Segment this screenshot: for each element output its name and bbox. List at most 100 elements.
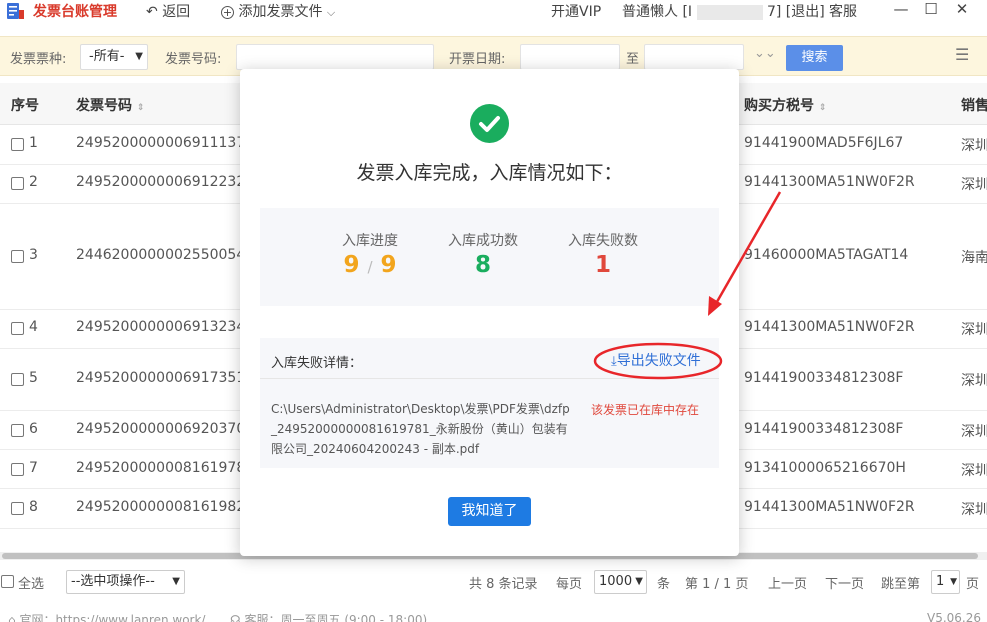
buyer-tax-id-cell: 91441300MA51NW0F2R [744,174,915,190]
seller-cell: 深圳 [961,322,987,338]
chevron-down-icon: ▼ [950,577,957,587]
invoice-number-cell: 24952000000081619820 [76,499,255,515]
row-index: 5 [29,370,38,386]
per-page-value: 1000 [599,574,633,589]
logout-link[interactable]: 7] [退出] [767,4,825,20]
fail-details: 入库失败详情： ⤓导出失败文件 C:\Users\Administrator\D… [260,338,719,468]
row-checkbox[interactable] [11,424,24,437]
invoice-number-cell: 24952000000069203700 [76,421,255,437]
total-records: 共 8 条记录 [469,577,538,592]
service-hours-label: 客服：周一至周五 (9:00 - 18:00) [244,613,428,622]
row-checkbox[interactable] [11,463,24,476]
plus-circle-icon: + [221,5,234,19]
close-icon[interactable]: ✕ [947,0,977,20]
expand-filters-icon[interactable]: ⌄⌄ [754,46,776,61]
headset-icon: ☊ [230,613,241,622]
export-label: 导出失败文件 [616,353,701,369]
success-check-icon [470,104,509,143]
per-page-select[interactable]: 1000 ▼ [594,570,647,594]
invoice-number-label: 发票号码: [165,52,222,67]
vip-link[interactable]: 开通VIP [551,1,601,21]
success-count-label: 入库成功数 [448,233,518,249]
date-to-input[interactable] [644,44,744,70]
seller-cell: 深圳 [961,373,987,389]
column-buyer-tax-id[interactable]: 购买方税号 ⇕ [744,95,826,115]
jump-page-select[interactable]: 1 ▼ [931,570,960,594]
row-index: 2 [29,174,38,190]
divider [260,378,719,379]
back-button[interactable]: ↶ 返回 [146,1,190,21]
progress-total: 9 [380,252,397,278]
failed-file-path: C:\Users\Administrator\Desktop\发票\PDF发票\… [271,402,570,456]
invoice-type-select[interactable]: -所有- ▼ [80,44,148,70]
row-checkbox[interactable] [11,373,24,386]
issue-date-label: 开票日期: [449,52,506,67]
buyer-tax-id-cell: 91441900334812308F [744,421,904,437]
website-link[interactable]: ⌂ 官网：https://www.lanren.work/ [8,611,205,622]
seller-cell: 深圳 [961,177,987,193]
row-index: 1 [29,135,38,151]
next-page-link[interactable]: 下一页 [825,573,864,592]
invoice-number-input[interactable] [236,44,434,70]
buyer-tax-id-cell: 91441900MAD5F6JL67 [744,135,904,151]
column-buyer-tax-id-label: 购买方税号 [744,98,814,114]
service-hours: ☊ 客服：周一至周五 (9:00 - 18:00) [230,611,427,622]
jump-page-unit: 页 [966,577,980,592]
add-files-button[interactable]: + 添加发票文件 ⌵ [221,1,335,21]
invoice-number-cell: 24952000000069173514 [76,370,255,386]
seller-cell: 海南 [961,250,987,266]
service-link[interactable]: 客服 [829,1,857,21]
date-from-input[interactable] [520,44,620,70]
row-checkbox[interactable] [11,322,24,335]
website-label: 官网：https://www.lanren.work/ [19,613,206,622]
row-checkbox[interactable] [11,138,24,151]
column-index: 序号 [11,98,39,114]
seller-cell: 深圳 [961,463,987,479]
user-id-redacted [696,4,763,20]
jump-page-value: 1 [936,574,945,589]
row-checkbox[interactable] [11,250,24,263]
invoice-type-value: -所有- [89,49,125,64]
minimize-icon[interactable]: — [886,0,916,20]
user-name: 普通懒人 [I [622,4,693,20]
maximize-icon[interactable]: ☐ [916,0,946,20]
invoice-number-cell: 24952000000069132345 [76,319,255,335]
export-failed-files-link[interactable]: ⤓导出失败文件 [611,350,701,370]
title-bar: 发票台账管理 ↶ 返回 + 添加发票文件 ⌵ 开通VIP 普通懒人 [I 7] … [0,0,987,22]
row-checkbox[interactable] [11,177,24,190]
progress-done: 9 [343,252,360,278]
bulk-action-select[interactable]: --选中项操作-- ▼ [66,570,185,594]
chevron-down-icon: ▼ [172,576,180,587]
fail-details-label: 入库失败详情： [271,356,363,371]
prev-page-link[interactable]: 上一页 [768,573,807,592]
row-index: 3 [29,247,38,263]
per-page-unit: 条 [657,577,671,592]
import-stats: 入库进度 9 / 9 入库成功数 8 入库失败数 1 [260,208,719,306]
chevron-down-icon: ▼ [635,576,643,587]
buyer-tax-id-cell: 91441300MA51NW0F2R [744,319,915,335]
row-index: 8 [29,499,38,515]
row-index: 7 [29,460,38,476]
back-arrow-icon: ↶ [146,4,158,20]
user-info: 普通懒人 [I 7] [退出] [622,1,825,21]
back-label: 返回 [162,4,191,20]
search-button[interactable]: 搜索 [786,45,843,71]
version-label: V5.06.26 [927,611,982,622]
jump-to-label: 跳至第 [881,577,921,592]
column-invoice-number[interactable]: 发票号码 ⇕ [76,95,144,115]
select-all-checkbox[interactable] [1,575,14,588]
sort-icon: ⇕ [818,103,827,113]
progress-value: 9 / 9 [320,252,420,278]
buyer-tax-id-cell: 91460000MA5TAGAT14 [744,247,909,263]
column-settings-icon[interactable]: ☰ [955,45,969,64]
success-count: 8 [474,252,491,278]
chevron-down-icon: ▼ [135,51,143,62]
dialog-title: 发票入库完成，入库情况如下： [356,162,623,184]
row-checkbox[interactable] [11,502,24,515]
acknowledge-button[interactable]: 我知道了 [448,497,531,526]
status-bar: ⌂ 官网：https://www.lanren.work/ ☊ 客服：周一至周五… [0,609,987,622]
chevron-down-icon: ⌵ [326,6,336,19]
seller-cell: 深圳 [961,138,987,154]
page-info: 第 1 / 1 页 [685,577,749,592]
progress-separator: / [367,258,373,276]
